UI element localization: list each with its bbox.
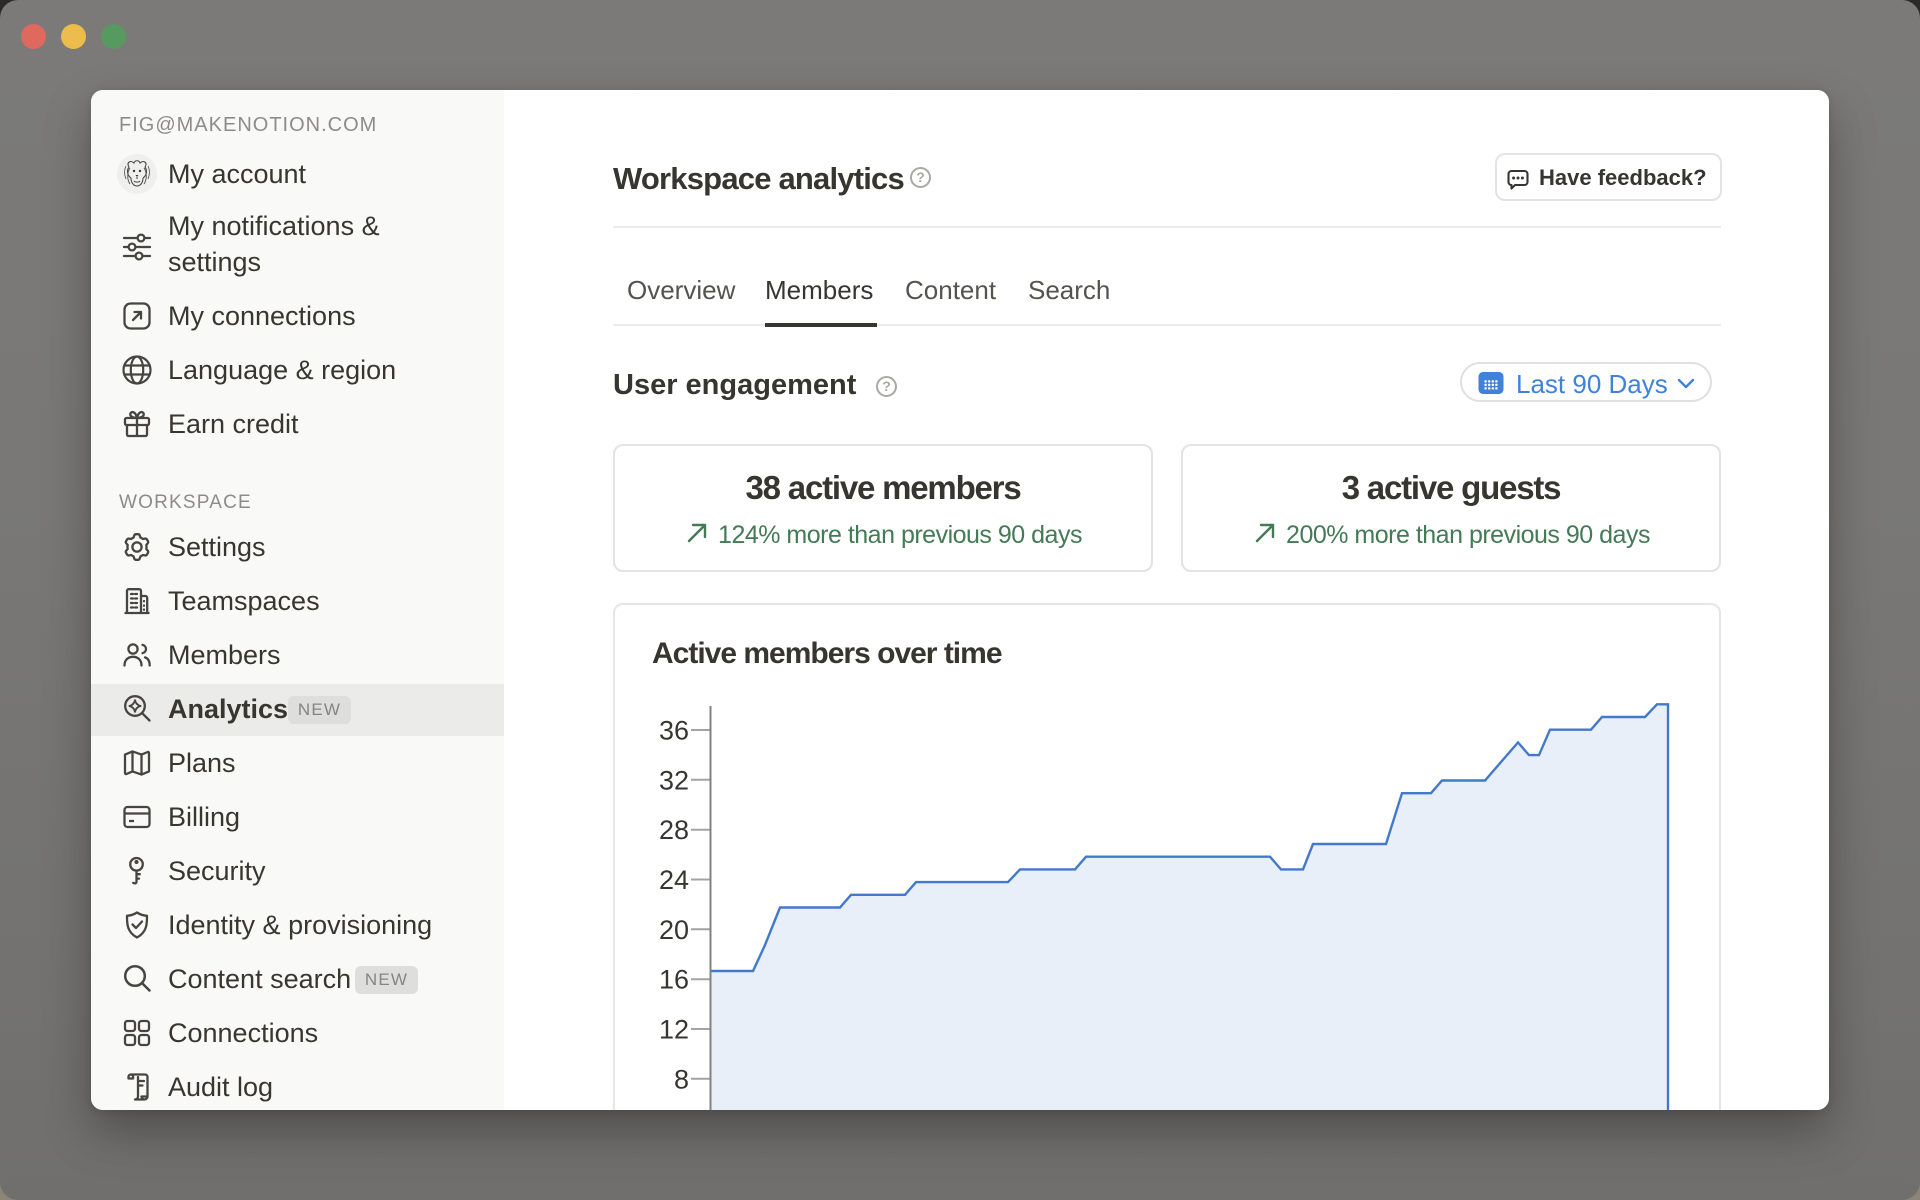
svg-text:20: 20 — [659, 915, 689, 945]
svg-text:8: 8 — [674, 1064, 689, 1094]
svg-text:32: 32 — [659, 765, 689, 795]
svg-text:28: 28 — [659, 815, 689, 845]
svg-text:24: 24 — [659, 865, 689, 895]
svg-text:36: 36 — [659, 716, 689, 746]
svg-text:12: 12 — [659, 1015, 689, 1045]
svg-text:16: 16 — [659, 965, 689, 995]
